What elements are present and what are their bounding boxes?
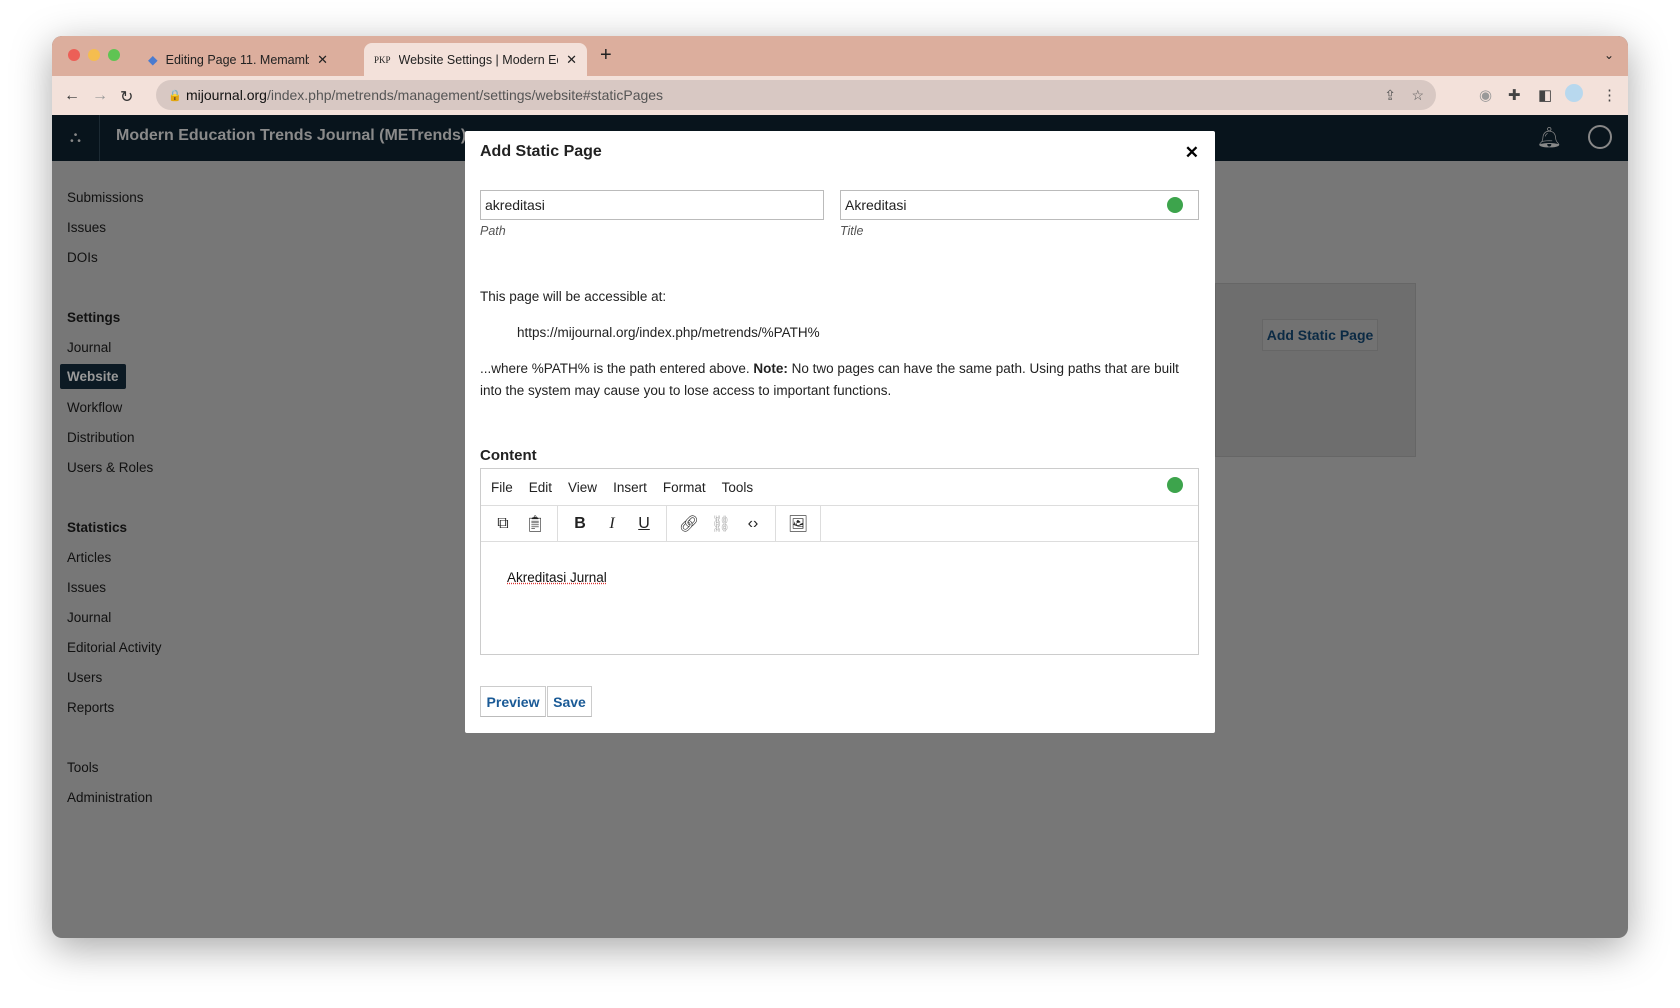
sidebar-item-dois[interactable]: DOIs <box>67 250 98 265</box>
bold-icon[interactable]: B <box>564 515 596 533</box>
address-bar[interactable]: 🔒 mijournal.org/index.php/metrends/manage… <box>156 80 1436 110</box>
modal-title: Add Static Page <box>480 143 602 160</box>
sidebar-item-editorial-activity[interactable]: Editorial Activity <box>67 640 162 655</box>
unlink-icon[interactable]: ⛓ <box>705 514 737 534</box>
editor-toolbar: ⧉ 📋︎ BIU 🔗︎ ⛓ ‹› 🖼︎ <box>481 506 1198 542</box>
cube-icon: ◆ <box>148 53 158 67</box>
sitemap-icon[interactable]: ⛬ <box>52 115 100 161</box>
sidebar-item-tools[interactable]: Tools <box>67 760 99 775</box>
sidebar-item-articles[interactable]: Articles <box>67 550 111 565</box>
underline-icon[interactable]: U <box>628 515 660 533</box>
menu-file[interactable]: File <box>491 480 513 495</box>
menu-tools[interactable]: Tools <box>722 480 754 495</box>
accessible-text: This page will be accessible at: <box>480 289 667 304</box>
add-static-page-button[interactable]: Add Static Page <box>1262 319 1378 351</box>
minimize-window-button[interactable] <box>88 49 100 61</box>
pkp-icon: PKP <box>374 54 391 65</box>
lock-icon: 🔒 <box>168 89 182 102</box>
tab-list-chevron-icon[interactable]: ⌄ <box>1604 48 1614 62</box>
maximize-window-button[interactable] <box>108 49 120 61</box>
menu-format[interactable]: Format <box>663 480 706 495</box>
address-toolbar: ← → ↻ 🔒 mijournal.org/index.php/metrends/… <box>52 76 1628 115</box>
close-tab-icon[interactable]: ✕ <box>566 52 577 68</box>
title-label: Title <box>840 224 864 238</box>
sidebar-item-submissions[interactable]: Submissions <box>67 190 144 205</box>
profile-avatar[interactable] <box>1565 84 1583 102</box>
menu-view[interactable]: View <box>568 480 597 495</box>
image-icon[interactable]: 🖼︎ <box>782 514 814 534</box>
sidebar-heading-statistics: Statistics <box>67 520 128 535</box>
copy-icon[interactable]: ⧉ <box>487 515 519 533</box>
sidebar-item-users[interactable]: Users <box>67 670 102 685</box>
sidebar-item-distribution[interactable]: Distribution <box>67 430 135 445</box>
add-static-page-modal: Add Static Page ✕ akreditasi Path Akredi… <box>465 131 1215 733</box>
rich-text-editor: File Edit View Insert Format Tools ⧉ 📋︎ B… <box>480 468 1199 655</box>
user-account-icon[interactable] <box>1588 125 1612 149</box>
share-icon[interactable]: ⇪ <box>1384 87 1396 104</box>
globe-icon[interactable] <box>1167 197 1183 213</box>
extensions-icon[interactable]: ✚ <box>1508 86 1521 104</box>
link-icon[interactable]: 🔗︎ <box>673 514 705 534</box>
italic-icon[interactable]: I <box>596 515 628 533</box>
menu-insert[interactable]: Insert <box>613 480 647 495</box>
sidebar-item-issues[interactable]: Issues <box>67 220 106 235</box>
content-label: Content <box>480 447 537 464</box>
back-icon[interactable]: ← <box>64 87 80 105</box>
tab-website-settings[interactable]: PKP Website Settings | Modern Ed ✕ <box>364 43 587 76</box>
paste-icon[interactable]: 📋︎ <box>519 514 551 534</box>
menu-kebab-icon[interactable]: ⋮ <box>1602 86 1617 104</box>
editor-menubar: File Edit View Insert Format Tools <box>481 469 1198 506</box>
close-window-button[interactable] <box>68 49 80 61</box>
editor-body[interactable]: Akreditasi Jurnal <box>481 542 1198 654</box>
camera-icon[interactable]: ◉ <box>1479 86 1492 104</box>
journal-title[interactable]: Modern Education Trends Journal (METrend… <box>116 127 466 145</box>
sidebar-item-users-roles[interactable]: Users & Roles <box>67 460 153 475</box>
sidebar-item-journal[interactable]: Journal <box>67 340 111 355</box>
sidebar-item-stat-issues[interactable]: Issues <box>67 580 106 595</box>
sidebar-heading-settings: Settings <box>67 310 121 325</box>
close-icon[interactable]: ✕ <box>1185 143 1199 163</box>
page-url: https://mijournal.org/index.php/metrends… <box>517 325 820 340</box>
sidebar-item-stat-journal[interactable]: Journal <box>67 610 111 625</box>
menu-edit[interactable]: Edit <box>529 480 552 495</box>
static-pages-panel <box>1215 283 1416 457</box>
bookmark-star-icon[interactable]: ☆ <box>1411 87 1424 104</box>
tab-editing-page[interactable]: ◆ Editing Page 11. Memambah d ✕ <box>138 43 338 76</box>
forward-icon[interactable]: → <box>92 87 108 105</box>
sidebar-item-workflow[interactable]: Workflow <box>67 400 122 415</box>
sidebar-item-website[interactable]: Website <box>60 364 126 389</box>
side-panel-icon[interactable]: ◧ <box>1538 86 1552 104</box>
path-note: ...where %PATH% is the path entered abov… <box>480 361 1179 398</box>
title-input[interactable]: Akreditasi <box>840 190 1199 220</box>
close-tab-icon[interactable]: ✕ <box>317 52 328 68</box>
reload-icon[interactable]: ↻ <box>120 87 133 107</box>
sidebar-item-administration[interactable]: Administration <box>67 790 153 805</box>
bell-icon[interactable]: 🔔︎ <box>1537 125 1562 150</box>
new-tab-button[interactable]: + <box>600 44 612 67</box>
code-icon[interactable]: ‹› <box>737 515 769 533</box>
globe-icon[interactable] <box>1167 477 1183 493</box>
preview-button[interactable]: Preview <box>480 686 546 717</box>
tab-bar: ◆ Editing Page 11. Memambah d ✕ PKP Webs… <box>52 36 1628 76</box>
sidebar-item-reports[interactable]: Reports <box>67 700 114 715</box>
path-input[interactable]: akreditasi <box>480 190 824 220</box>
path-label: Path <box>480 224 506 238</box>
save-button[interactable]: Save <box>547 686 592 717</box>
